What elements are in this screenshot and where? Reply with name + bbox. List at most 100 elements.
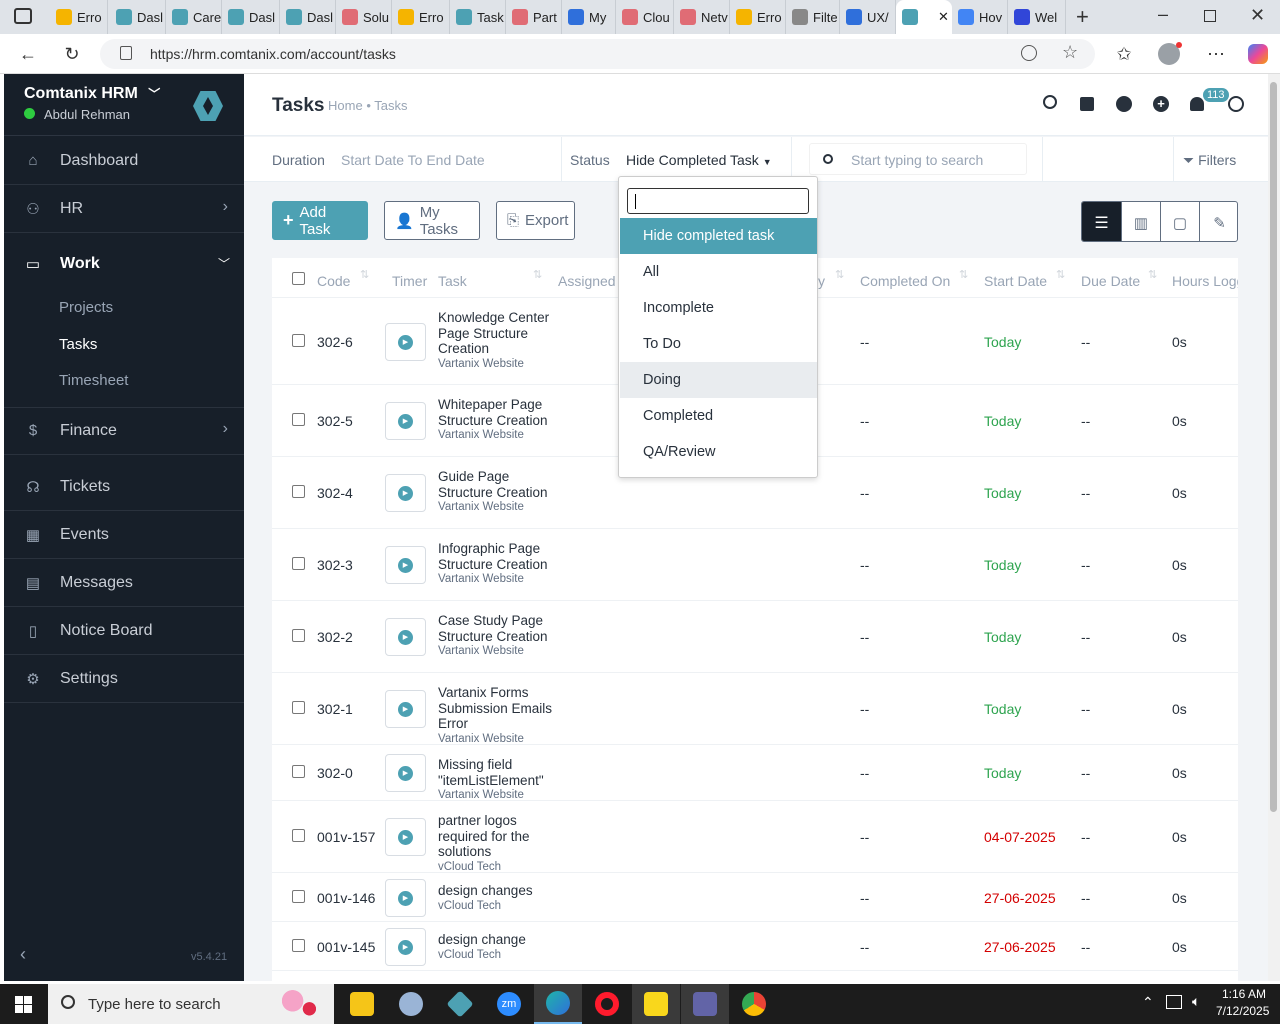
- sidebar-subitem-tasks[interactable]: Tasks: [59, 336, 97, 353]
- duration-date-range-input[interactable]: Start Date To End Date: [341, 152, 485, 168]
- volume-icon[interactable]: 🔈︎: [1192, 993, 1200, 1010]
- tab-actions-icon[interactable]: [14, 8, 32, 24]
- status-option[interactable]: Hide completed task: [620, 218, 817, 254]
- task-name-link[interactable]: design changes: [438, 883, 553, 899]
- row-checkbox[interactable]: [292, 557, 305, 570]
- column-header-priority[interactable]: y: [818, 273, 825, 289]
- new-tab-button[interactable]: +: [1076, 4, 1089, 30]
- browser-tab[interactable]: Netv: [674, 0, 730, 34]
- sticky-note-icon[interactable]: [1080, 97, 1094, 111]
- browser-tab[interactable]: Dasl: [280, 0, 336, 34]
- status-option[interactable]: Doing: [620, 362, 817, 398]
- row-checkbox[interactable]: [292, 334, 305, 347]
- bell-icon[interactable]: [1190, 97, 1204, 111]
- row-checkbox[interactable]: [292, 485, 305, 498]
- minimize-button[interactable]: –: [1158, 4, 1168, 25]
- start-timer-button[interactable]: ▶: [385, 879, 426, 917]
- browser-tab[interactable]: Dasl: [110, 0, 166, 34]
- clock-icon[interactable]: [1116, 96, 1132, 112]
- sidebar-item-finance[interactable]: $ Finance ›: [4, 407, 244, 455]
- chrome-icon[interactable]: [730, 984, 778, 1024]
- column-header-timer[interactable]: Timer: [392, 273, 427, 289]
- pin-icon[interactable]: ✎: [1199, 202, 1237, 241]
- close-window-button[interactable]: ✕: [1250, 5, 1265, 26]
- row-checkbox[interactable]: [292, 701, 305, 714]
- tray-chevron-up-icon[interactable]: ⌃: [1142, 994, 1154, 1011]
- task-name-link[interactable]: Missing field "itemListElement": [438, 757, 568, 788]
- table-row[interactable]: 302-0 ▶ Missing field "itemListElement" Var…: [272, 745, 1238, 801]
- column-header-hours-logged[interactable]: Hours Logg: [1172, 273, 1238, 289]
- column-header-start-date[interactable]: Start Date: [984, 273, 1047, 289]
- task-name-link[interactable]: Guide Page Structure Creation: [438, 469, 553, 500]
- status-option[interactable]: All: [620, 254, 817, 290]
- collapse-sidebar-icon[interactable]: ‹: [20, 944, 26, 965]
- column-header-task[interactable]: Task: [438, 273, 467, 289]
- column-header-assigned[interactable]: Assigned: [558, 273, 616, 289]
- browser-tab[interactable]: Erro: [392, 0, 450, 34]
- restore-button[interactable]: [1204, 10, 1216, 22]
- table-row[interactable]: 302-3 ▶ Infographic Page Structure Creatio…: [272, 529, 1238, 601]
- browser-tab[interactable]: Task: [450, 0, 506, 34]
- taskbar-search-box[interactable]: Type here to search: [48, 984, 334, 1024]
- edge-browser-icon[interactable]: [534, 984, 582, 1024]
- table-row[interactable]: 001v-146 ▶ design changes vCloud Tech -- 27-0…: [272, 873, 1238, 922]
- browser-tab[interactable]: UX/: [840, 0, 896, 34]
- row-checkbox[interactable]: [292, 629, 305, 642]
- start-timer-button[interactable]: ▶: [385, 618, 426, 656]
- row-checkbox[interactable]: [292, 829, 305, 842]
- browser-tab[interactable]: Filte: [786, 0, 840, 34]
- task-name-link[interactable]: design change: [438, 932, 553, 948]
- favorites-icon[interactable]: ✩: [1112, 42, 1136, 66]
- page-scrollbar[interactable]: [1268, 74, 1280, 981]
- table-row[interactable]: 302-1 ▶ Vartanix Forms Submission Emails E…: [272, 673, 1238, 745]
- start-timer-button[interactable]: ▶: [385, 754, 426, 792]
- windows-start-icon[interactable]: [15, 996, 32, 1013]
- task-name-link[interactable]: partner logos required for the solutions: [438, 813, 553, 860]
- read-aloud-icon[interactable]: [1021, 45, 1037, 61]
- status-select[interactable]: Hide Completed Task ▼: [626, 152, 772, 168]
- table-row[interactable]: 302-2 ▶ Case Study Page Structure Creation…: [272, 601, 1238, 673]
- sticky-notes-icon[interactable]: [632, 984, 680, 1024]
- back-button[interactable]: ←: [16, 42, 40, 66]
- start-timer-button[interactable]: ▶: [385, 928, 426, 966]
- browser-tab[interactable]: Solu: [336, 0, 392, 34]
- power-icon[interactable]: [1228, 96, 1244, 112]
- column-header-completed-on[interactable]: Completed On: [860, 273, 950, 289]
- zoom-icon[interactable]: zm: [485, 984, 533, 1024]
- browser-tab[interactable]: Hov: [952, 0, 1008, 34]
- kanban-view-icon[interactable]: ▥: [1121, 202, 1160, 241]
- comtanix-app-icon[interactable]: [436, 984, 484, 1024]
- scrollbar-thumb[interactable]: [1270, 82, 1277, 812]
- copilot-icon[interactable]: [1248, 44, 1268, 64]
- more-menu-icon[interactable]: ⋯: [1204, 42, 1228, 66]
- status-option[interactable]: Completed: [620, 398, 817, 434]
- sidebar-item-dashboard[interactable]: ⌂ Dashboard: [4, 137, 244, 185]
- row-checkbox[interactable]: [292, 765, 305, 778]
- sidebar-item-settings[interactable]: ⚙ Settings: [4, 655, 244, 703]
- paint-icon[interactable]: [387, 984, 435, 1024]
- task-name-link[interactable]: Knowledge Center Page Structure Creation: [438, 310, 553, 357]
- search-box[interactable]: Start typing to search: [809, 143, 1027, 175]
- row-checkbox[interactable]: [292, 413, 305, 426]
- my-tasks-button[interactable]: 👤 My Tasks: [384, 201, 480, 240]
- network-icon[interactable]: [1166, 995, 1182, 1009]
- list-view-icon[interactable]: ☰: [1082, 202, 1121, 241]
- browser-tab[interactable]: My: [562, 0, 616, 34]
- file-explorer-icon[interactable]: [338, 984, 386, 1024]
- favorite-star-icon[interactable]: ☆: [1062, 42, 1078, 63]
- teams-icon[interactable]: [681, 984, 729, 1024]
- sidebar-item-messages[interactable]: ▤ Messages: [4, 559, 244, 607]
- start-timer-button[interactable]: ▶: [385, 818, 426, 856]
- opera-icon[interactable]: [583, 984, 631, 1024]
- sidebar-item-work[interactable]: ▭ Work ﹀: [4, 240, 244, 288]
- start-timer-button[interactable]: ▶: [385, 546, 426, 584]
- search-icon[interactable]: [1043, 95, 1057, 109]
- browser-tab[interactable]: Dasl: [222, 0, 280, 34]
- column-header-code[interactable]: Code: [317, 273, 350, 289]
- calendar-view-icon[interactable]: ▢: [1160, 202, 1199, 241]
- sidebar-item-notice-board[interactable]: ▯ Notice Board: [4, 607, 244, 655]
- browser-tab[interactable]: Part: [506, 0, 562, 34]
- add-task-button[interactable]: + Add Task: [272, 201, 368, 240]
- browser-tab[interactable]: Clou: [616, 0, 674, 34]
- task-name-link[interactable]: Case Study Page Structure Creation: [438, 613, 553, 644]
